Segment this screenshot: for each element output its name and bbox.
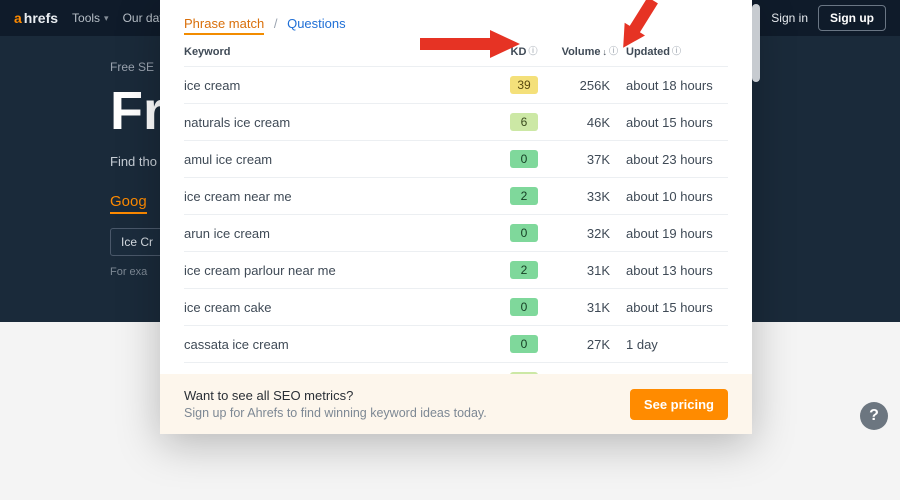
cell-volume: 31K [552,252,618,289]
cell-kd: 6 [496,104,552,141]
table-row[interactable]: ice cream cake 0 31Kabout 15 hours [184,289,728,326]
cell-volume: 27K [552,326,618,363]
cell-keyword: ice cream [184,67,496,104]
cell-keyword: ice cream near me [184,178,496,215]
kd-badge: 39 [510,76,538,94]
table-row[interactable]: ice cream 39 256Kabout 18 hours [184,67,728,104]
sign-up-button[interactable]: Sign up [818,5,886,31]
hero-chip[interactable]: Ice Cr [110,228,164,256]
sign-in-link[interactable]: Sign in [771,11,808,25]
tab-questions[interactable]: Questions [287,16,346,31]
tab-separator: / [274,16,278,31]
col-volume-header[interactable]: Volume↓ⓘ [552,31,618,67]
cell-volume: 46K [552,104,618,141]
sort-desc-icon: ↓ [602,47,607,57]
table-row[interactable]: arun ice cream 0 32Kabout 19 hours [184,215,728,252]
cell-kd: 2 [496,252,552,289]
info-icon: ⓘ [672,46,681,56]
info-icon: ⓘ [528,46,537,56]
hero-eyebrow: Free SE [110,60,164,74]
kd-badge: 0 [510,298,538,316]
help-button[interactable]: ? [860,402,888,430]
cell-volume: 31K [552,289,618,326]
nav-tools[interactable]: Tools ▾ [72,11,109,25]
cell-keyword: naturals ice cream [184,104,496,141]
table-row[interactable]: cassata ice cream 0 27K1 day [184,326,728,363]
hero-hint: For exa [110,266,164,278]
cell-keyword: magnum ice cream [184,363,496,375]
cell-updated: 1 day [618,363,728,375]
cell-volume: 33K [552,178,618,215]
cell-keyword: ice cream cake [184,289,496,326]
hero-section: Free SE Fr Find tho Goog Ice Cr For exa [0,60,164,278]
hero-sub: Find tho [110,154,164,169]
cell-kd: 0 [496,326,552,363]
cta-line1: Want to see all SEO metrics? [184,388,487,403]
table-row[interactable]: ice cream parlour near me 2 31Kabout 13 ho… [184,252,728,289]
table-row[interactable]: naturals ice cream 6 46Kabout 15 hours [184,104,728,141]
kd-badge: 0 [510,150,538,168]
cell-updated: about 13 hours [618,252,728,289]
table-row[interactable]: magnum ice cream1027K1 day [184,363,728,375]
cell-volume: 256K [552,67,618,104]
cta-line2: Sign up for Ahrefs to find winning keywo… [184,406,487,420]
table-row[interactable]: ice cream near me 2 33Kabout 10 hours [184,178,728,215]
cell-kd: 0 [496,215,552,252]
col-keyword-label: Keyword [184,46,230,58]
keyword-table: Keyword KDⓘ Volume↓ⓘ Updatedⓘ ice cream3… [184,31,728,374]
kd-badge: 2 [510,261,538,279]
cell-keyword: ice cream parlour near me [184,252,496,289]
cell-kd: 10 [496,363,552,375]
cell-keyword: cassata ice cream [184,326,496,363]
cell-keyword: amul ice cream [184,141,496,178]
panel-scrollbar-thumb[interactable] [752,4,760,82]
chevron-down-icon: ▾ [104,13,109,24]
cell-updated: about 15 hours [618,104,728,141]
col-volume-label: Volume [562,46,601,58]
cell-updated: about 18 hours [618,67,728,104]
cell-keyword: arun ice cream [184,215,496,252]
kd-badge: 0 [510,335,538,353]
brand-logo[interactable]: ahrefs [14,10,58,26]
cta-banner: Want to see all SEO metrics? Sign up for… [160,374,752,434]
keyword-table-wrap: Keyword KDⓘ Volume↓ⓘ Updatedⓘ ice cream3… [160,31,752,374]
table-row[interactable]: amul ice cream 0 37Kabout 23 hours [184,141,728,178]
brand-mark: a [14,10,22,26]
cell-kd: 39 [496,67,552,104]
cta-text: Want to see all SEO metrics? Sign up for… [184,388,487,420]
annotation-arrow-volume [610,0,666,48]
nav-our-data[interactable]: Our dat [123,11,163,25]
hero-link[interactable]: Goog [110,193,147,214]
nav-tools-label: Tools [72,11,100,25]
brand-text: hrefs [24,10,58,26]
kd-badge: 2 [510,187,538,205]
annotation-arrow-kd [420,28,520,60]
cell-kd: 0 [496,289,552,326]
keyword-panel: Phrase match / Questions Keyword KDⓘ Vol… [160,0,752,434]
cell-kd: 0 [496,141,552,178]
cell-volume: 37K [552,141,618,178]
cell-kd: 2 [496,178,552,215]
cell-updated: about 19 hours [618,215,728,252]
see-pricing-button[interactable]: See pricing [630,389,728,420]
cell-updated: about 23 hours [618,141,728,178]
cell-volume: 32K [552,215,618,252]
kd-badge: 0 [510,224,538,242]
cell-updated: about 15 hours [618,289,728,326]
hero-headline: Fr [110,80,164,142]
kd-badge: 6 [510,113,538,131]
cell-updated: about 10 hours [618,178,728,215]
nav-our-data-label: Our dat [123,11,163,25]
cell-updated: 1 day [618,326,728,363]
cell-volume: 27K [552,363,618,375]
